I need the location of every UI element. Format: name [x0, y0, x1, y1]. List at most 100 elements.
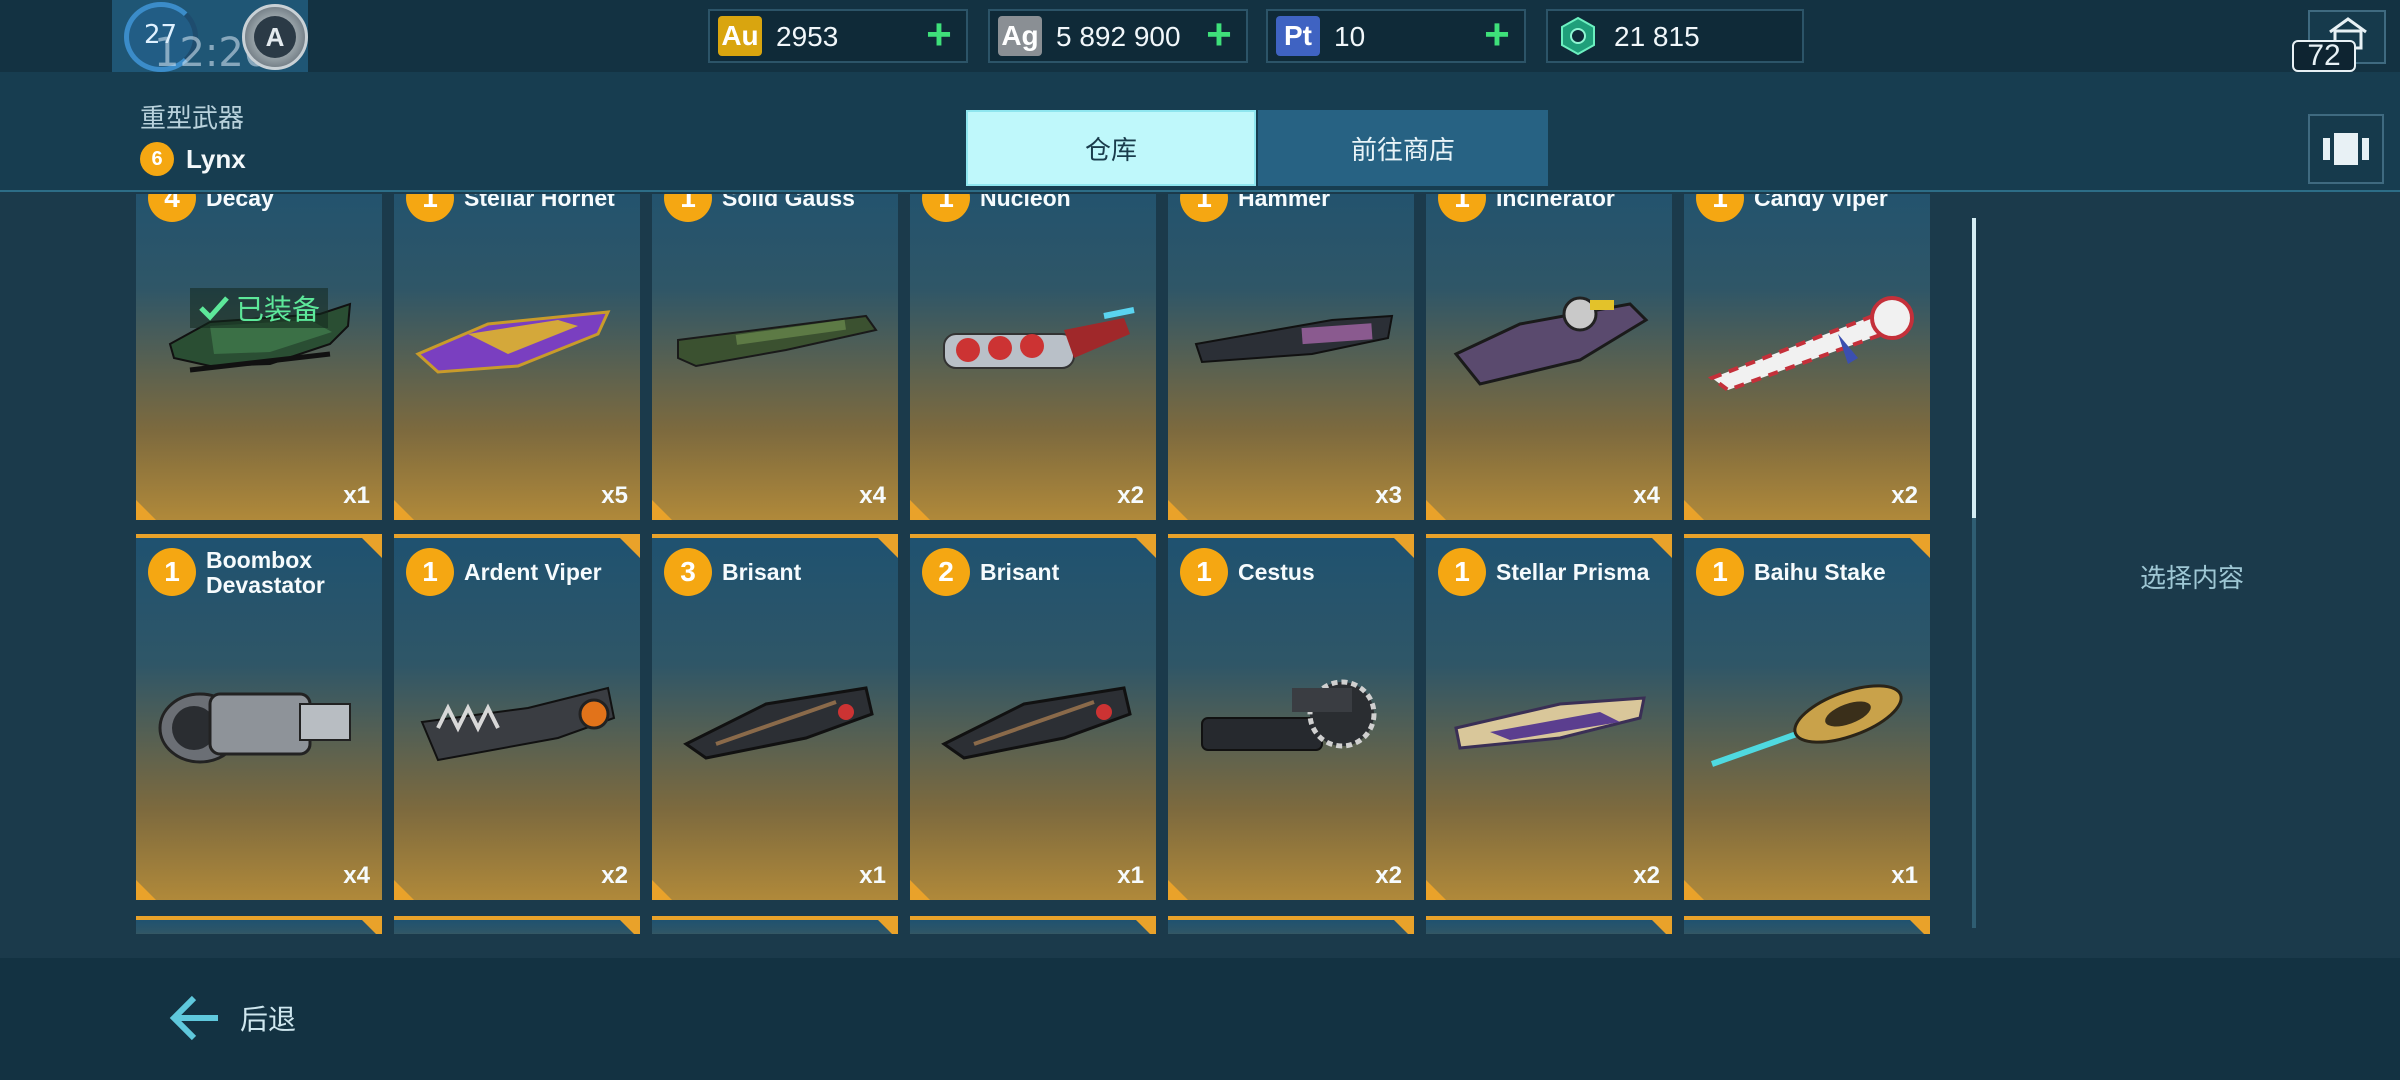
back-button[interactable]: 后退	[168, 988, 296, 1048]
card-view-icon	[2323, 133, 2369, 165]
weapon-card[interactable]: 1 Incinerator x4	[1426, 194, 1672, 520]
weapon-level-badge: 1	[664, 194, 712, 222]
weapon-name: Nucleon	[980, 194, 1071, 211]
weapon-image	[1194, 314, 1394, 364]
weapon-image	[1453, 296, 1649, 386]
weapon-card[interactable]: 1 Boombox Devastator x4	[136, 534, 382, 900]
weapon-card[interactable]: 1 Cestus x2	[1168, 534, 1414, 900]
weapon-name: Stellar Hornet	[464, 194, 615, 211]
weapon-image	[420, 686, 616, 762]
weapon-quantity: x3	[1375, 482, 1402, 509]
weapon-quantity: x2	[1891, 482, 1918, 509]
weapon-image	[1454, 696, 1646, 750]
rarity-corner	[620, 920, 640, 934]
rarity-corner	[362, 920, 382, 934]
weapon-image	[943, 307, 1135, 369]
weapon-card[interactable]: 2 Brisant x1	[910, 534, 1156, 900]
add-gold-button[interactable]: +	[920, 13, 958, 57]
platinum-icon: Pt	[1276, 16, 1320, 56]
weapon-quantity: x2	[1633, 862, 1660, 889]
silver-amount: 5 892 900	[1056, 21, 1181, 52]
weapon-level-badge: 1	[406, 548, 454, 596]
weapon-card[interactable]: 1 Stellar Hornet x5	[394, 194, 640, 520]
checkmark-icon	[199, 296, 229, 321]
scrollbar-track[interactable]	[1972, 518, 1976, 928]
weapon-card[interactable]: 1 Nucleon x2	[910, 194, 1156, 520]
weapon-image	[1710, 684, 1903, 767]
rarity-corner	[1684, 500, 1704, 520]
weapon-quantity: x4	[343, 862, 370, 889]
weapon-card-partial[interactable]	[136, 916, 382, 934]
weapon-card-partial[interactable]	[1168, 916, 1414, 934]
weapon-image	[677, 314, 878, 368]
weapon-level-badge: 1	[1696, 548, 1744, 596]
weapon-card[interactable]: 1 Ardent Viper x2	[394, 534, 640, 900]
weapon-level-badge: 2	[922, 548, 970, 596]
weapon-name: Decay	[206, 194, 274, 211]
add-silver-button[interactable]: +	[1200, 13, 1238, 57]
weapon-level-badge: 1	[1180, 194, 1228, 222]
rarity-corner	[1394, 538, 1414, 558]
weapon-quantity: x1	[859, 862, 886, 889]
weapon-card[interactable]: 1 Hammer x3	[1168, 194, 1414, 520]
weapon-card[interactable]: 4 Decay 已装备 x1	[136, 194, 382, 520]
weapon-quantity: x1	[343, 482, 370, 509]
currency-gold: Au 2953 +	[708, 9, 968, 63]
rarity-corner	[1684, 880, 1704, 900]
weapon-name: Solid Gauss	[722, 194, 855, 211]
weapon-name: Incinerator	[1496, 194, 1615, 211]
weapon-name: Candy Viper	[1754, 194, 1888, 211]
platinum-amount: 10	[1334, 21, 1366, 52]
weapon-name: Ardent Viper	[464, 559, 602, 585]
weapon-name: Cestus	[1238, 559, 1315, 585]
weapon-quantity: x1	[1117, 862, 1144, 889]
weapon-level-badge: 4	[148, 194, 196, 222]
weapon-card[interactable]: 1 Stellar Prisma x2	[1426, 534, 1672, 900]
rarity-corner	[394, 880, 414, 900]
weapon-image	[415, 310, 611, 374]
weapon-card[interactable]: 1 Solid Gauss x4	[652, 194, 898, 520]
notification-count: 72	[2292, 40, 2356, 72]
weapon-quantity: x1	[1891, 862, 1918, 889]
weapon-name: Boombox Devastator	[206, 547, 325, 598]
weapon-card-partial[interactable]	[394, 916, 640, 934]
ship-name: Lynx	[186, 144, 246, 174]
weapon-name: Baihu Stake	[1754, 559, 1886, 585]
weapon-quantity: x2	[601, 862, 628, 889]
weapon-card-partial[interactable]	[910, 916, 1156, 934]
rarity-corner	[1910, 538, 1930, 558]
rarity-corner	[1652, 538, 1672, 558]
weapon-card[interactable]: 1 Baihu Stake x1	[1684, 534, 1930, 900]
weapon-name: Stellar Prisma	[1496, 559, 1650, 585]
rarity-corner	[1168, 500, 1188, 520]
tab-warehouse[interactable]: 仓库	[966, 110, 1256, 186]
weapon-card[interactable]: 1 Candy Viper x2	[1684, 194, 1930, 520]
weapon-level-badge: 1	[1696, 194, 1744, 222]
rarity-corner	[136, 880, 156, 900]
currency-silver: Ag 5 892 900 +	[988, 9, 1248, 63]
rarity-corner	[878, 538, 898, 558]
rank-badge[interactable]: A	[242, 4, 308, 70]
crystal-icon	[1556, 16, 1600, 56]
weapon-level-badge: 1	[1438, 194, 1486, 222]
view-toggle-button[interactable]	[2308, 114, 2384, 184]
add-platinum-button[interactable]: +	[1478, 13, 1516, 57]
weapon-level-badge: 1	[922, 194, 970, 222]
rarity-corner	[1394, 920, 1414, 934]
weapon-image	[683, 686, 874, 760]
rarity-corner	[394, 500, 414, 520]
weapon-grid: 4 Decay 已装备 x1 1 Stellar Hornet x5 1 Sol…	[136, 194, 1930, 934]
bottom-bar: 后退	[0, 958, 2400, 1080]
weapon-card[interactable]: 3 Brisant x1	[652, 534, 898, 900]
tab-go-to-shop[interactable]: 前往商店	[1258, 110, 1548, 186]
weapon-card-partial[interactable]	[1426, 916, 1672, 934]
currency-platinum: Pt 10 +	[1266, 9, 1526, 63]
scrollbar-thumb[interactable]	[1972, 218, 1976, 518]
weapon-card-partial[interactable]	[1684, 916, 1930, 934]
rarity-corner	[652, 500, 672, 520]
weapon-name: Brisant	[980, 559, 1060, 585]
weapon-card-partial[interactable]	[652, 916, 898, 934]
arrow-left-icon	[169, 995, 218, 1041]
rarity-corner	[652, 880, 672, 900]
weapon-quantity: x2	[1117, 482, 1144, 509]
